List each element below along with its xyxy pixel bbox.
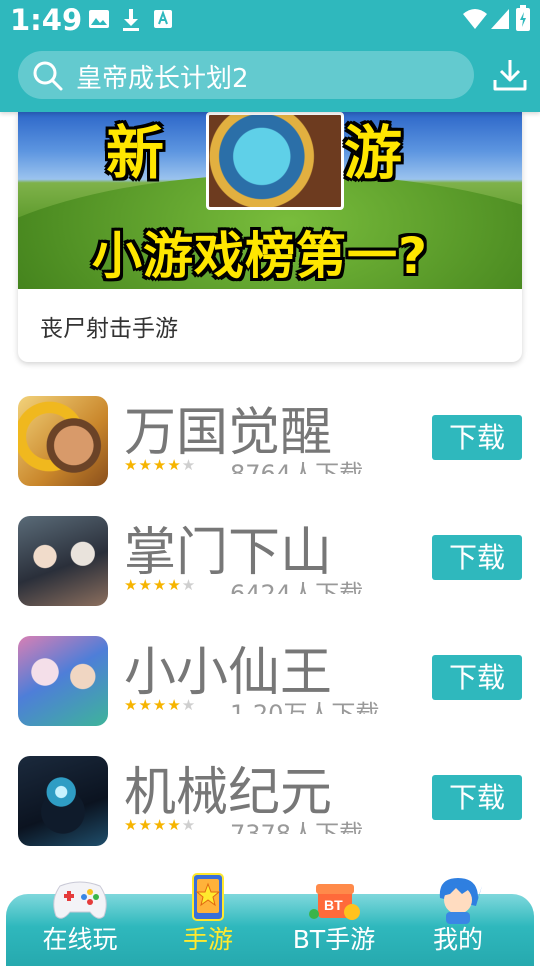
- search-icon: [33, 61, 63, 91]
- rating-stars: ★★★★★: [124, 696, 197, 714]
- nav-item-profile[interactable]: 我的: [398, 878, 518, 960]
- image-icon: [89, 10, 109, 28]
- nav-label: BT手游: [292, 925, 376, 954]
- nav-item-online-play[interactable]: 在线玩: [20, 880, 140, 960]
- bottom-navigation: 在线玩 手游 BT BT手游 我的: [0, 873, 540, 966]
- download-button[interactable]: 下载: [432, 535, 522, 580]
- download-count: 8764人下载: [230, 460, 364, 474]
- app-icon: [18, 516, 108, 606]
- list-item[interactable]: 机械纪元 ★★★★★ 7378人下载 下载: [0, 756, 540, 846]
- list-item[interactable]: 掌门下山 ★★★★★ 6424人下载 下载: [0, 516, 540, 606]
- status-time: 1:49: [10, 3, 83, 37]
- download-button[interactable]: 下载: [432, 775, 522, 820]
- signal-icon: [491, 9, 509, 29]
- status-bar: 1:49: [0, 0, 540, 44]
- nav-label: 手游: [182, 925, 233, 954]
- wifi-icon: [463, 9, 487, 29]
- download-icon: [123, 9, 139, 31]
- avatar-icon: [439, 878, 482, 924]
- list-item[interactable]: 小小仙王 ★★★★★ 1.20万人下载 下载: [0, 636, 540, 726]
- nav-label: 在线玩: [42, 925, 118, 954]
- rating-stars: ★★★★★: [124, 816, 197, 834]
- banner-caption: 丧尸射击手游: [40, 316, 178, 342]
- rating-stars: ★★★★★: [124, 576, 197, 594]
- banner-card[interactable]: 新 游 小游戏榜第一? 丧尸射击手游: [18, 112, 522, 362]
- app-header: 1:49 皇帝成长计划2: [0, 0, 540, 112]
- download-icon[interactable]: [492, 58, 528, 92]
- banner-word-left: 新: [106, 119, 165, 187]
- banner-word-right: 游: [344, 119, 403, 187]
- search-query: 皇帝成长计划2: [76, 64, 249, 94]
- nav-item-bt-games[interactable]: BT BT手游: [274, 880, 394, 960]
- download-count: 7378人下载: [230, 820, 364, 834]
- download-count: 6424人下载: [230, 580, 364, 594]
- nav-item-mobile-games[interactable]: 手游: [148, 873, 268, 960]
- app-icon: [18, 636, 108, 726]
- bt-gift-icon: BT: [309, 884, 360, 920]
- download-button[interactable]: 下载: [432, 415, 522, 460]
- svg-text:BT: BT: [324, 897, 343, 913]
- nav-label: 我的: [432, 925, 483, 954]
- banner-image: 新 游 小游戏榜第一?: [18, 112, 522, 289]
- rating-stars: ★★★★★: [124, 456, 197, 474]
- download-button[interactable]: 下载: [432, 655, 522, 700]
- app-icon: [18, 396, 108, 486]
- download-count: 1.20万人下载: [230, 700, 380, 714]
- font-icon: [154, 10, 172, 28]
- banner-game-thumbnail: [206, 112, 344, 210]
- gamepad-icon: [53, 881, 107, 919]
- search-input[interactable]: 皇帝成长计划2: [18, 51, 474, 99]
- battery-icon: [516, 5, 530, 31]
- banner-headline: 小游戏榜第一?: [92, 227, 429, 285]
- phone-star-icon: [192, 873, 224, 921]
- app-icon: [18, 756, 108, 846]
- list-item[interactable]: 万国觉醒 ★★★★★ 8764人下载 下载: [0, 396, 540, 486]
